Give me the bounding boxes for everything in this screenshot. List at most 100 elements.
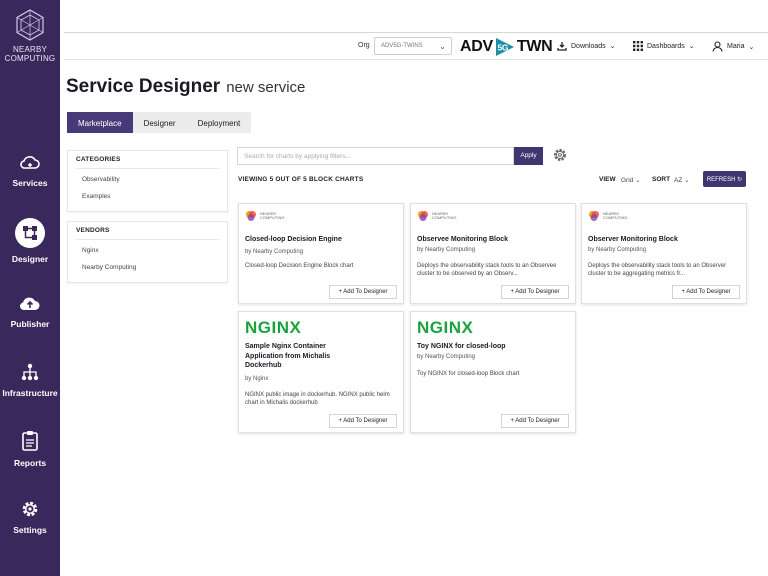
category-item-observability[interactable]: Observability bbox=[76, 169, 219, 187]
card-title: Closed-loop Decision Engine bbox=[245, 236, 342, 243]
nginx-logo: NGINX bbox=[417, 318, 474, 337]
company-logo[interactable]: NEARBY COMPUTING bbox=[0, 4, 60, 80]
chevron-down-icon: ⌄ bbox=[688, 43, 695, 50]
sidebar: NEARBY COMPUTING Services Designer Publi… bbox=[0, 0, 60, 576]
add-to-designer-button[interactable]: + Add To Designer bbox=[672, 285, 740, 299]
brand-text-right: TWN bbox=[516, 38, 553, 55]
sidebar-item-settings[interactable]: Settings bbox=[0, 499, 60, 535]
filter-settings-icon[interactable] bbox=[552, 147, 568, 163]
categories-heading: CATEGORIES bbox=[76, 156, 219, 169]
downloads-label: Downloads bbox=[571, 42, 606, 50]
nearby-logo-icon bbox=[418, 211, 428, 221]
sidebar-item-designer[interactable]: Designer bbox=[0, 218, 60, 264]
add-to-designer-button[interactable]: + Add To Designer bbox=[501, 414, 569, 428]
filter-panel: CATEGORIES Observability Examples VENDOR… bbox=[67, 150, 228, 283]
card-author: by Nearby Computing bbox=[245, 249, 304, 255]
card-title: Sample Nginx Container Application from … bbox=[245, 343, 331, 369]
gear-icon bbox=[22, 501, 38, 517]
active-indicator bbox=[15, 218, 45, 248]
sidebar-item-infrastructure[interactable]: Infrastructure bbox=[0, 362, 60, 398]
card-title: Observer Monitoring Block bbox=[588, 236, 678, 243]
top-bar: Org ADV5G-TWINS ⌄ ADV 5G TWN Downloads ⌄… bbox=[64, 32, 768, 60]
card-description: NGINX public image in dockerhub. NGINX p… bbox=[245, 392, 390, 406]
categories-box: CATEGORIES Observability Examples bbox=[67, 150, 228, 212]
chart-card-closed-loop-decision-engine[interactable]: NEARBY COMPUTING Closed-loop Decision Eng… bbox=[238, 203, 404, 304]
logo-text: COMPUTING bbox=[260, 215, 285, 220]
vendor-logo: NEARBY COMPUTING bbox=[245, 210, 284, 222]
chart-card-observee-monitoring-block[interactable]: NEARBY COMPUTING Observee Monitoring Bloc… bbox=[410, 203, 576, 304]
refresh-label: REFRESH bbox=[706, 177, 736, 183]
card-author: by Nginx bbox=[245, 376, 269, 382]
chevron-down-icon: ⌄ bbox=[748, 43, 755, 51]
category-item-examples[interactable]: Examples bbox=[76, 187, 219, 204]
sidebar-item-label: Reports bbox=[13, 458, 47, 468]
view-value: Grid bbox=[621, 177, 634, 184]
chart-card-observer-monitoring-block[interactable]: NEARBY COMPUTING Observer Monitoring Bloc… bbox=[581, 203, 747, 304]
project-brand-logo: ADV 5G TWN bbox=[460, 37, 553, 57]
dashboards-menu[interactable]: Dashboards ⌄ bbox=[633, 41, 695, 51]
logo-text-line-2: COMPUTING bbox=[4, 54, 56, 63]
grid-icon bbox=[633, 41, 643, 51]
sidebar-item-publisher[interactable]: Publisher bbox=[0, 295, 60, 329]
nearby-logo-icon bbox=[16, 9, 44, 41]
sort-select[interactable]: AZ ⌄ bbox=[674, 176, 690, 184]
chart-card-sample-nginx-container[interactable]: NGINX Sample Nginx Container Application… bbox=[238, 311, 404, 433]
sidebar-item-label: Settings bbox=[13, 525, 47, 535]
card-description: Toy NGINX for closed-loop Block chart bbox=[417, 371, 520, 377]
page-title: Service Designer new service bbox=[66, 76, 305, 98]
brand-5g-text: 5G bbox=[497, 43, 508, 53]
tab-deployment[interactable]: Deployment bbox=[187, 112, 252, 133]
sort-label: SORT bbox=[652, 176, 671, 183]
logo-text: COMPUTING bbox=[603, 215, 628, 220]
add-to-designer-button[interactable]: + Add To Designer bbox=[329, 285, 397, 299]
sidebar-item-reports[interactable]: Reports bbox=[0, 430, 60, 468]
dashboards-label: Dashboards bbox=[647, 42, 685, 50]
view-select[interactable]: Grid ⌄ bbox=[621, 176, 641, 184]
vendor-logo: NEARBY COMPUTING bbox=[417, 210, 456, 222]
brand-text-left: ADV bbox=[460, 38, 493, 55]
org-label: Org bbox=[358, 42, 370, 49]
chart-card-toy-nginx-closed-loop[interactable]: NGINX Toy NGINX for closed-loop by Nearb… bbox=[410, 311, 576, 433]
sidebar-item-label: Services bbox=[12, 178, 48, 188]
sidebar-item-label: Publisher bbox=[10, 319, 50, 329]
sidebar-item-services[interactable]: Services bbox=[0, 154, 60, 188]
logo-text: COMPUTING bbox=[432, 215, 457, 220]
cloud-icon bbox=[20, 156, 40, 169]
tab-marketplace[interactable]: Marketplace bbox=[67, 112, 133, 133]
vendor-logo: NEARBY COMPUTING bbox=[588, 210, 627, 222]
card-author: by Nearby Computing bbox=[588, 247, 647, 253]
results-count: VIEWING 5 OUT OF 5 BLOCK CHARTS bbox=[238, 176, 364, 183]
vendors-heading: VENDORS bbox=[76, 227, 219, 240]
cloud-upload-icon bbox=[20, 297, 40, 311]
network-icon bbox=[21, 363, 39, 381]
refresh-button[interactable]: REFRESH ↻ bbox=[703, 171, 746, 187]
user-name: Maria bbox=[727, 43, 745, 50]
clipboard-icon bbox=[22, 431, 38, 451]
user-icon bbox=[712, 41, 723, 52]
add-to-designer-button[interactable]: + Add To Designer bbox=[329, 414, 397, 428]
page-title-text: Service Designer bbox=[66, 76, 221, 97]
designer-icon bbox=[23, 226, 37, 240]
user-menu[interactable]: Maria ⌄ bbox=[712, 41, 754, 52]
brand-5g-mark: 5G bbox=[495, 38, 514, 56]
chevron-down-icon: ⌄ bbox=[439, 42, 446, 51]
card-description: Closed-loop Decision Engine Block chart bbox=[245, 263, 354, 269]
org-select-value: ADV5G-TWINS bbox=[381, 43, 423, 49]
download-icon bbox=[557, 42, 567, 51]
search-input[interactable]: Search for charts by applying filters... bbox=[237, 147, 514, 165]
add-to-designer-button[interactable]: + Add To Designer bbox=[501, 285, 569, 299]
view-label: VIEW bbox=[599, 176, 616, 183]
downloads-menu[interactable]: Downloads ⌄ bbox=[557, 41, 616, 51]
apply-button[interactable]: Apply bbox=[514, 147, 543, 165]
card-description: Deploys the observability stack tools to… bbox=[417, 263, 557, 277]
vendor-item-nginx[interactable]: Nginx bbox=[76, 240, 219, 258]
org-select[interactable]: ADV5G-TWINS ⌄ bbox=[374, 37, 452, 55]
refresh-icon: ↻ bbox=[737, 177, 743, 183]
logo-text-line-1: NEARBY bbox=[12, 45, 48, 54]
tab-bar: Marketplace Designer Deployment bbox=[67, 112, 252, 133]
tab-designer[interactable]: Designer bbox=[133, 112, 187, 133]
card-author: by Nearby Computing bbox=[417, 247, 476, 253]
nearby-logo-icon bbox=[589, 211, 599, 221]
card-title: Observee Monitoring Block bbox=[417, 236, 509, 243]
vendor-item-nearby-computing[interactable]: Nearby Computing bbox=[76, 258, 219, 275]
